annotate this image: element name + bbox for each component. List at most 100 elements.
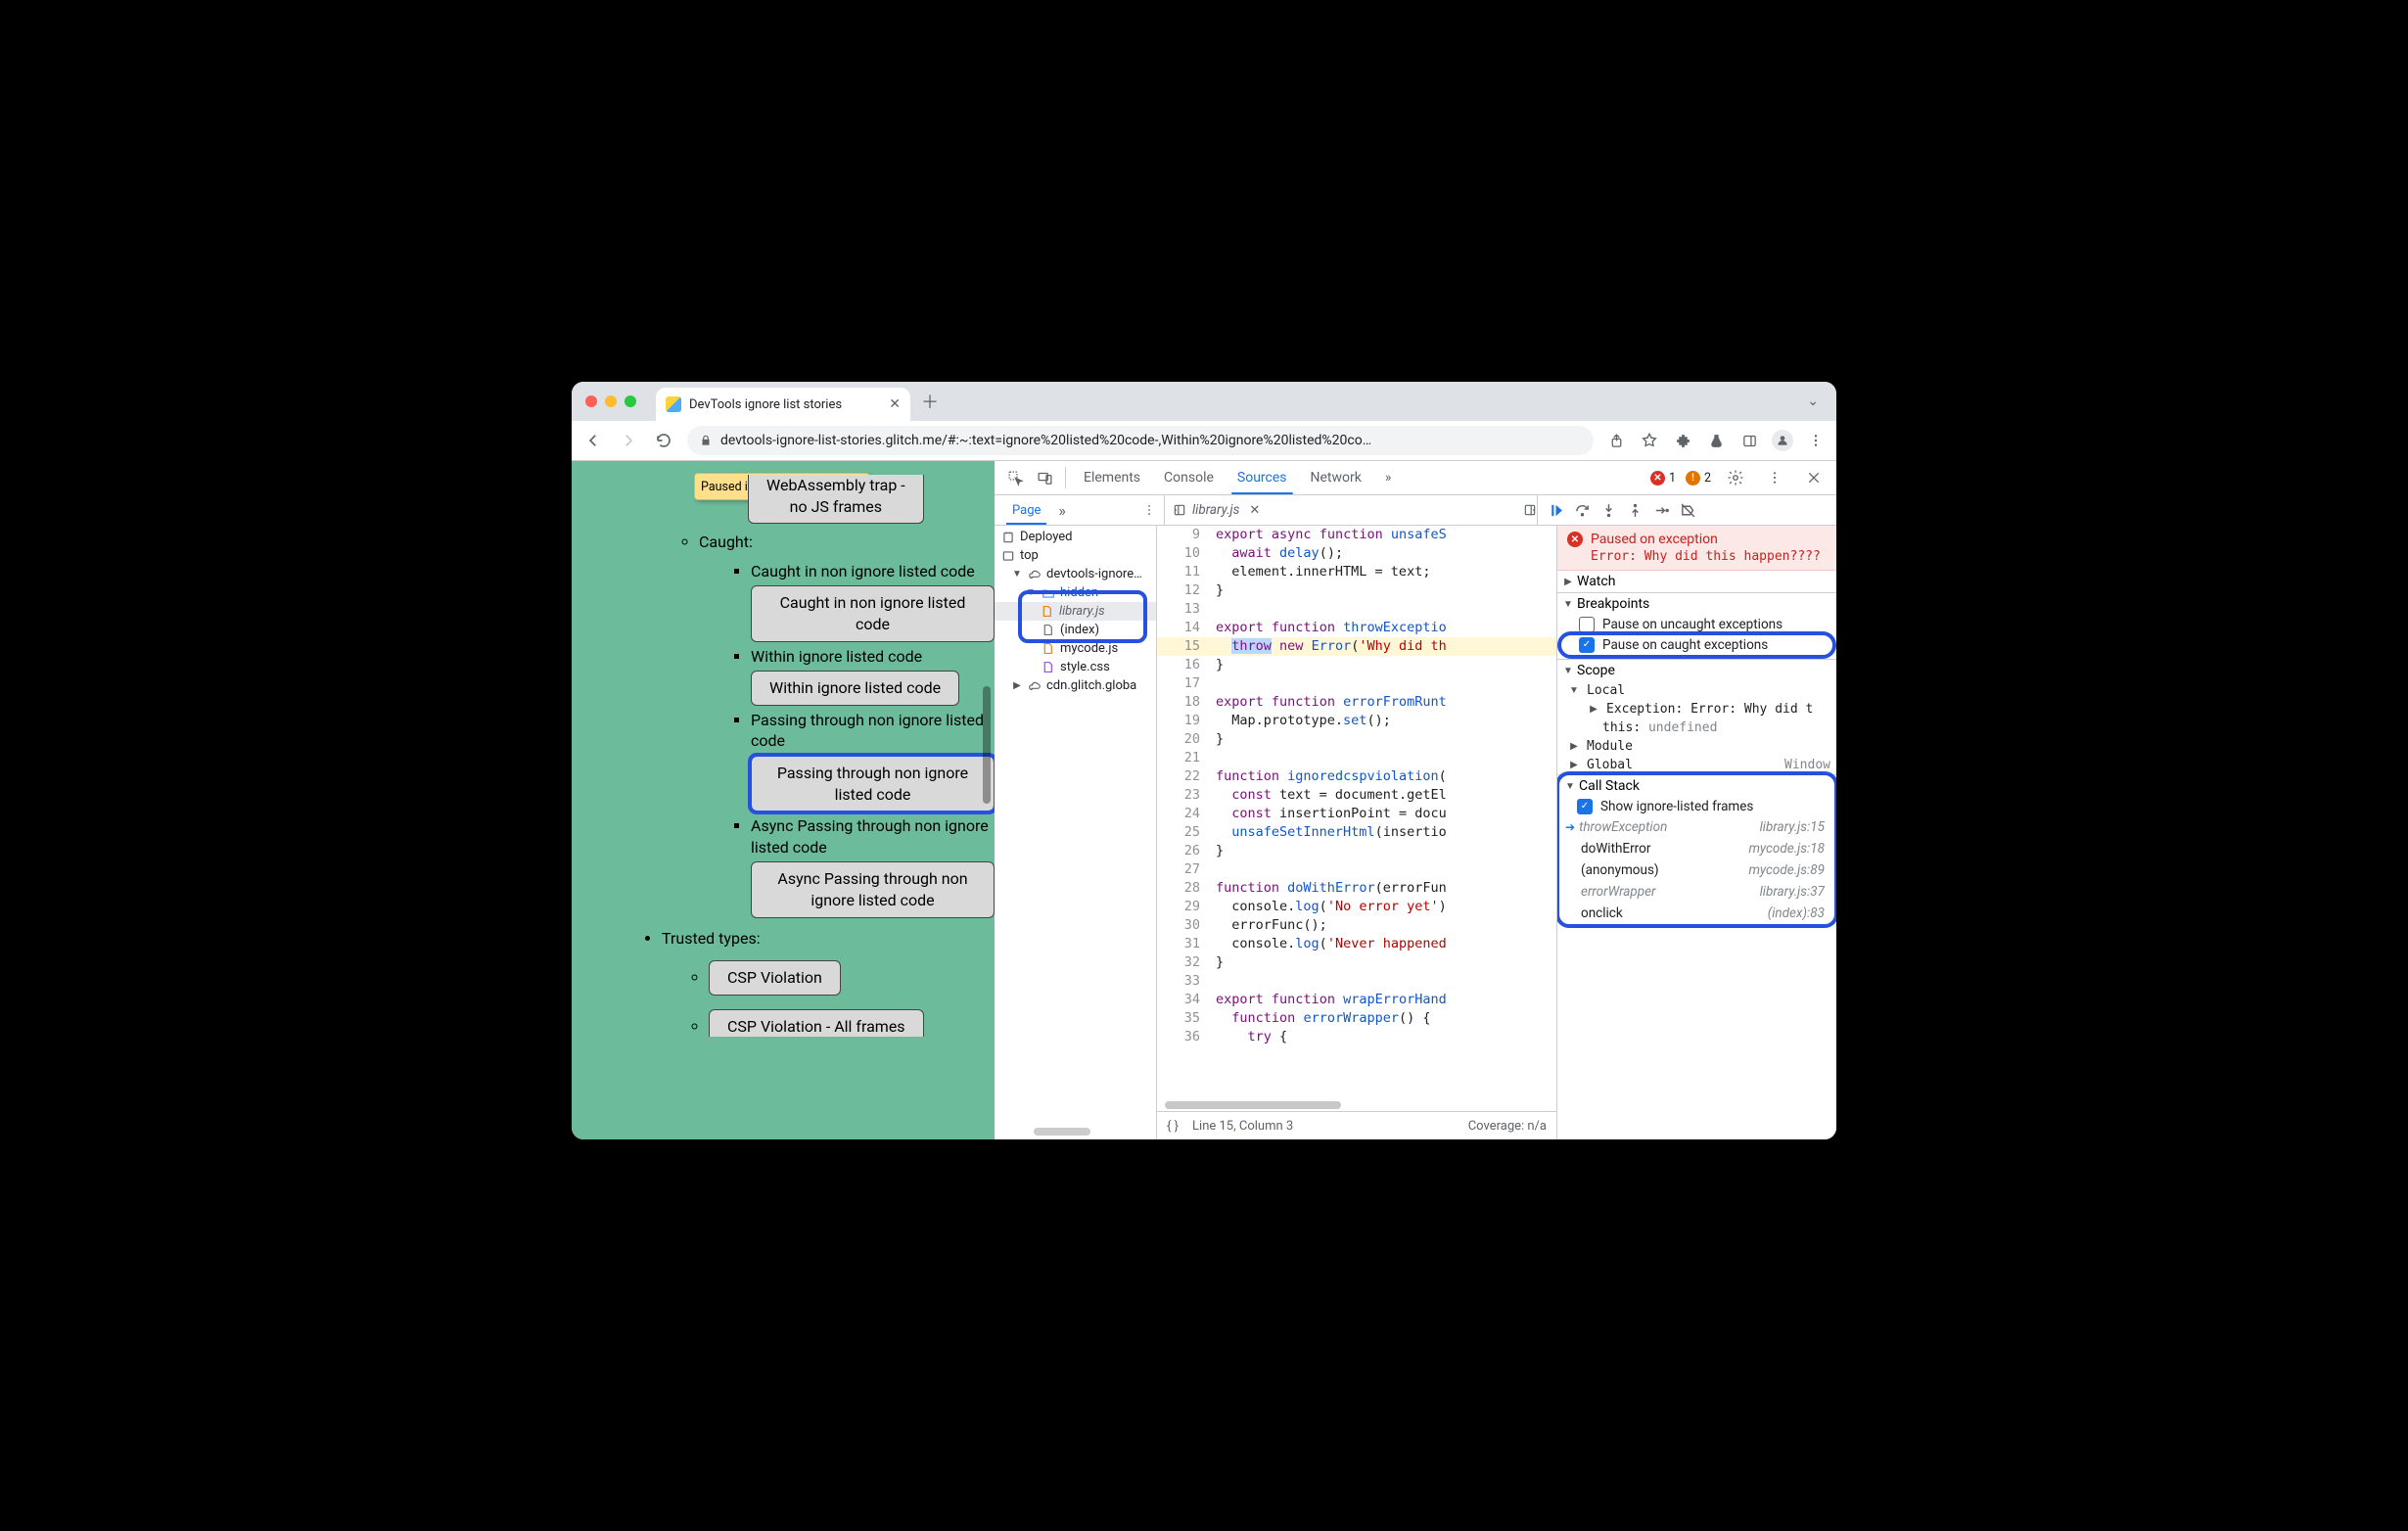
warning-count-badge[interactable]: !2 <box>1686 471 1711 486</box>
tree-library-file[interactable]: library.js <box>995 602 1156 621</box>
scope-global[interactable]: ▶GlobalWindow <box>1557 756 1836 774</box>
code-scrollbar[interactable] <box>1165 1101 1341 1109</box>
tab-elements[interactable]: Elements <box>1072 461 1152 494</box>
close-file-button[interactable]: ✕ <box>1249 503 1260 518</box>
inspect-element-button[interactable] <box>1000 461 1030 494</box>
forward-button[interactable] <box>617 429 640 452</box>
list-item: Async Passing through non ignore listed … <box>751 815 995 917</box>
bp-uncaught-row[interactable]: Pause on uncaught exceptions <box>1557 615 1836 634</box>
tabs-menu-button[interactable]: ⌄ <box>1807 394 1819 409</box>
device-toolbar-button[interactable] <box>1030 461 1059 494</box>
url-text: devtools-ignore-list-stories.glitch.me/#… <box>720 433 1371 448</box>
show-ignored-frames-row[interactable]: Show ignore-listed frames <box>1559 797 1834 816</box>
call-stack-frame[interactable]: doWithErrormycode.js:18 <box>1559 838 1834 859</box>
bp-caught-row[interactable]: Pause on caught exceptions <box>1561 635 1832 655</box>
csp-violation-all-button[interactable]: CSP Violation - All frames <box>709 1009 924 1038</box>
back-button[interactable] <box>581 429 605 452</box>
call-stack-frame[interactable]: errorWrapperlibrary.js:37 <box>1559 881 1834 903</box>
tree-mycode-file[interactable]: mycode.js <box>995 639 1156 658</box>
tree-site[interactable]: ▼devtools-ignore… <box>995 565 1156 583</box>
pause-title: Paused on exception <box>1591 532 1718 547</box>
tree-style-file[interactable]: style.css <box>995 658 1156 676</box>
call-stack-frame[interactable]: ➔throwExceptionlibrary.js:15 <box>1559 816 1834 838</box>
scope-exception[interactable]: ▶Exception: Error: Why did t <box>1557 700 1836 719</box>
breakpoints-section[interactable]: ▼Breakpoints <box>1557 593 1836 615</box>
fullscreen-window-button[interactable] <box>625 395 636 407</box>
editor-status-bar: { } Line 15, Column 3 Coverage: n/a <box>1157 1111 1556 1139</box>
browser-window: DevTools ignore list stories ✕ ＋ ⌄ devto… <box>572 382 1836 1139</box>
expand-icon[interactable] <box>1523 503 1537 517</box>
settings-button[interactable] <box>1721 469 1750 487</box>
open-file-name: library.js <box>1192 502 1239 518</box>
scope-section[interactable]: ▼Scope <box>1557 660 1836 681</box>
profile-button[interactable] <box>1772 430 1793 451</box>
close-devtools-button[interactable] <box>1799 470 1829 486</box>
reload-button[interactable] <box>652 429 675 452</box>
page-preview: Paused in debugger WebAssembly trap -no … <box>572 461 995 1139</box>
browser-toolbar: devtools-ignore-list-stories.glitch.me/#… <box>572 421 1836 461</box>
tab-console[interactable]: Console <box>1152 461 1226 494</box>
error-icon: ✕ <box>1567 532 1583 547</box>
checkbox-unchecked[interactable] <box>1579 617 1595 632</box>
callstack-section[interactable]: ▼Call Stack <box>1559 775 1834 797</box>
caught-non-ignore-button[interactable]: Caught in non ignore listed code <box>751 585 995 641</box>
navigator-menu-button[interactable] <box>1135 495 1164 525</box>
content-area: Paused in debugger WebAssembly trap -no … <box>572 461 1836 1139</box>
chrome-menu-button[interactable] <box>1805 430 1827 451</box>
labs-button[interactable] <box>1705 430 1727 451</box>
minimize-window-button[interactable] <box>605 395 617 407</box>
deactivate-breakpoints-button[interactable] <box>1680 502 1696 519</box>
bookmark-button[interactable] <box>1639 430 1660 451</box>
passing-through-button[interactable]: Passing through non ignore listed code <box>751 756 995 812</box>
tree-index-file[interactable]: (index) <box>995 621 1156 639</box>
address-bar[interactable]: devtools-ignore-list-stories.glitch.me/#… <box>687 426 1594 455</box>
scope-local[interactable]: ▼Local <box>1557 681 1836 700</box>
sources-subtoolbar: Page » library.js ✕ <box>995 495 1836 526</box>
close-tab-button[interactable]: ✕ <box>889 397 901 411</box>
step-button[interactable] <box>1653 502 1670 519</box>
pretty-print-button[interactable]: { } <box>1167 1119 1179 1134</box>
checkbox-checked[interactable] <box>1579 637 1595 653</box>
tree-deployed[interactable]: Deployed <box>995 528 1156 546</box>
watch-section[interactable]: ▶Watch <box>1557 571 1836 592</box>
resume-script-button[interactable] <box>1548 502 1564 519</box>
code-area[interactable]: 9export async function unsafeS10 await d… <box>1157 526 1556 1111</box>
navigator-more-button[interactable]: » <box>1050 495 1074 525</box>
tab-strip: DevTools ignore list stories ✕ ＋ ⌄ <box>572 382 1836 421</box>
devtools-menu-button[interactable] <box>1760 470 1789 486</box>
checkbox-checked[interactable] <box>1577 799 1593 814</box>
tab-sources[interactable]: Sources <box>1226 461 1299 494</box>
step-into-button[interactable] <box>1600 502 1617 519</box>
side-panel-button[interactable] <box>1738 430 1760 451</box>
navigator-scrollbar[interactable] <box>1034 1128 1090 1136</box>
async-passing-button[interactable]: Async Passing through non ignore listed … <box>751 861 995 917</box>
within-ignore-button[interactable]: Within ignore listed code <box>751 671 959 706</box>
call-stack-frame[interactable]: (anonymous)mycode.js:89 <box>1559 859 1834 881</box>
cloud-icon <box>1027 567 1042 581</box>
tabs-more-button[interactable]: » <box>1373 461 1404 494</box>
navigator-page-tab[interactable]: Page <box>1002 495 1050 525</box>
tree-top[interactable]: top <box>995 546 1156 565</box>
frame-icon <box>1000 548 1015 563</box>
coverage-label: Coverage: n/a <box>1468 1119 1547 1134</box>
close-window-button[interactable] <box>585 395 597 407</box>
step-over-next-button[interactable] <box>1574 502 1591 519</box>
trusted-heading: Trusted types: <box>662 928 995 950</box>
csp-violation-button[interactable]: CSP Violation <box>709 960 841 996</box>
tree-hidden-folder[interactable]: ▼hidden <box>995 583 1156 602</box>
tree-cdn[interactable]: ▶cdn.glitch.globa <box>995 676 1156 695</box>
js-file-icon <box>1040 604 1054 619</box>
new-tab-button[interactable]: ＋ <box>916 388 944 415</box>
browser-tab[interactable]: DevTools ignore list stories ✕ <box>656 388 910 421</box>
page-scrollbar[interactable] <box>983 686 991 804</box>
collapse-icon[interactable] <box>1173 503 1186 517</box>
call-stack-frame[interactable]: onclick(index):83 <box>1559 903 1834 924</box>
extensions-button[interactable] <box>1672 430 1693 451</box>
scope-module[interactable]: ▶Module <box>1557 737 1836 756</box>
window-controls <box>585 395 636 407</box>
share-button[interactable] <box>1605 430 1627 451</box>
error-count-badge[interactable]: ✕1 <box>1650 471 1676 486</box>
devtools-toolbar: Elements Console Sources Network » ✕1 !2 <box>995 461 1836 495</box>
tab-network[interactable]: Network <box>1299 461 1373 494</box>
step-out-button[interactable] <box>1627 502 1644 519</box>
